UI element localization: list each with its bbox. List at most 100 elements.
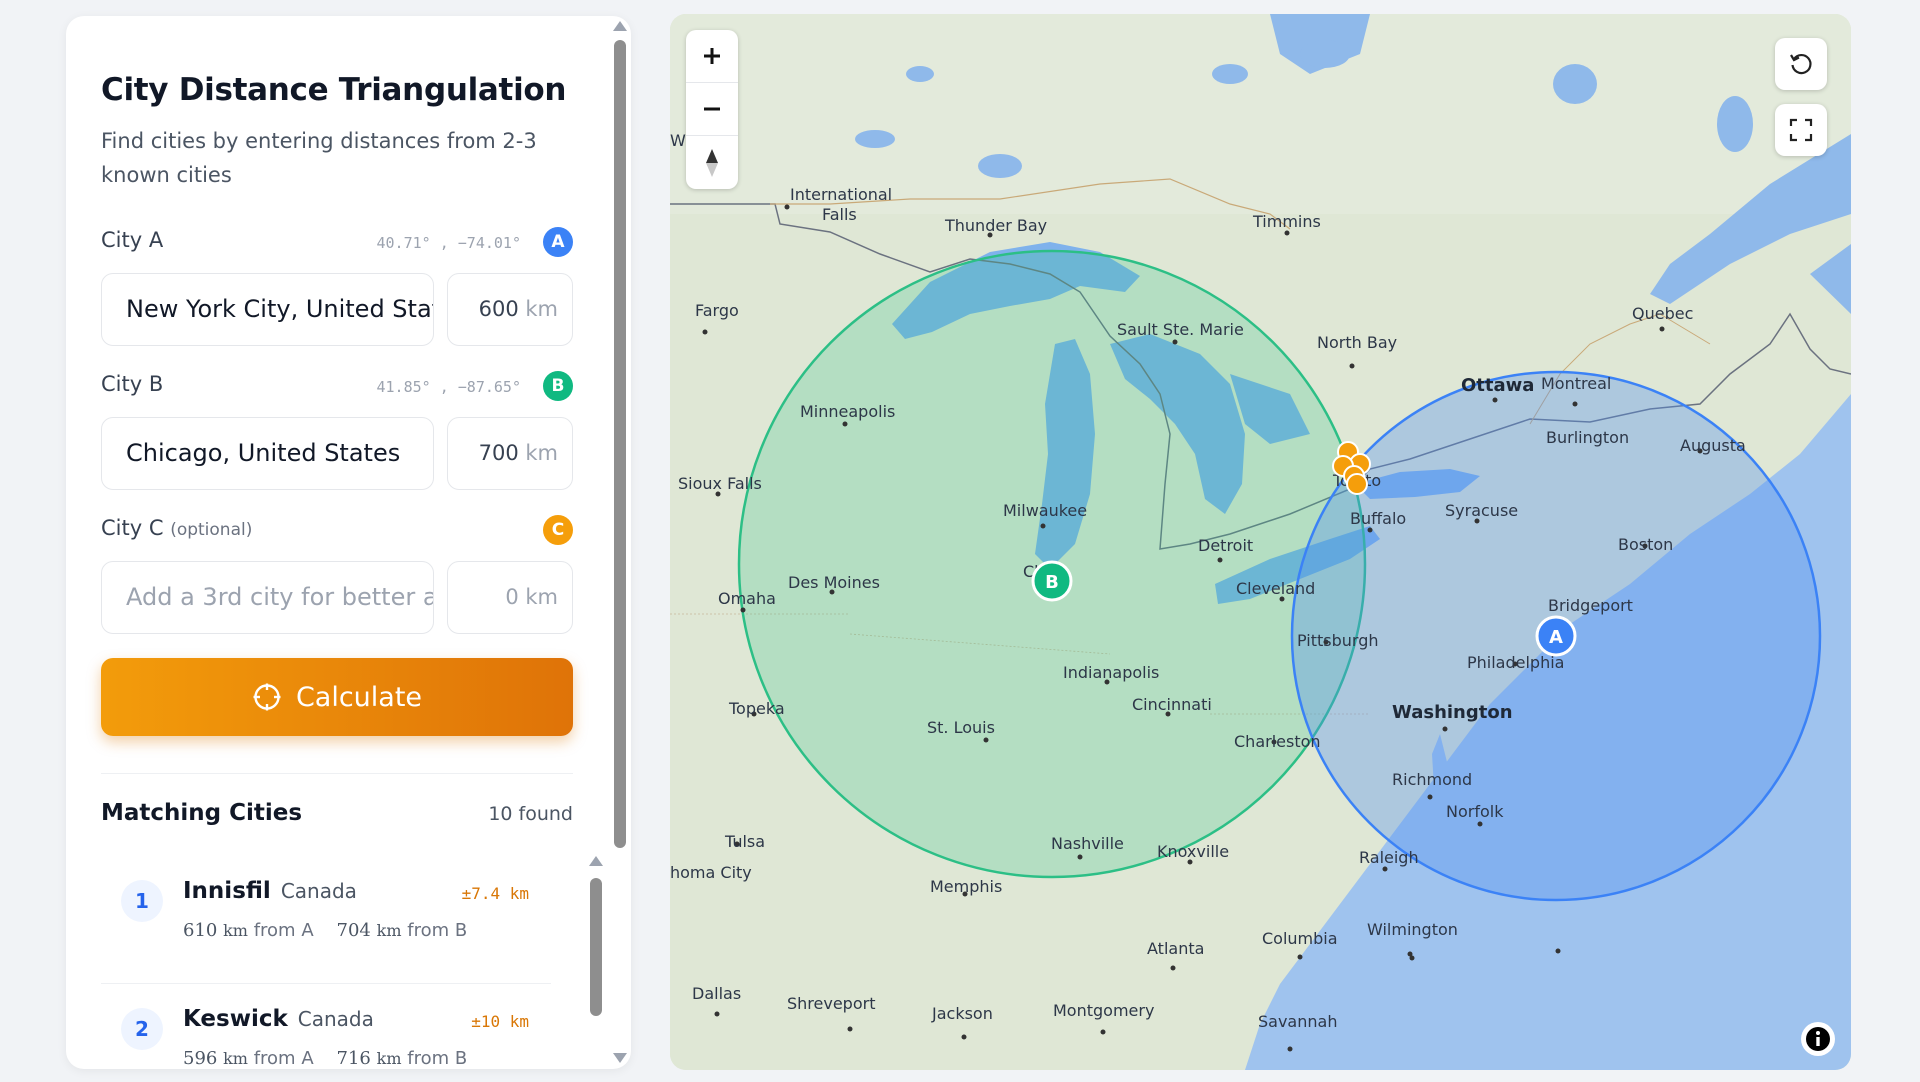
city-a-lon: −74.01° <box>457 234 521 252</box>
map-label: Montreal <box>1541 374 1611 393</box>
city-c-label-text: City C <box>101 516 164 540</box>
result-city-name: Innisfil <box>183 878 271 904</box>
city-b-distance-unit: km <box>525 441 558 465</box>
map-label: North Bay <box>1317 333 1397 352</box>
city-b-coords: 41.85° , −87.65° <box>376 378 522 396</box>
map-label: Falls <box>822 205 857 224</box>
map-label: Bridgeport <box>1548 596 1633 615</box>
city-a-lat: 40.71° <box>376 234 431 252</box>
city-c-distance-input[interactable]: 0 km <box>447 561 573 634</box>
map-label: Philadelphia <box>1467 653 1564 672</box>
results-scrollbar[interactable] <box>590 878 602 1016</box>
map-label: Cleveland <box>1236 579 1315 598</box>
zoom-out-button[interactable] <box>686 83 738 136</box>
city-b-distance-value: 700 <box>478 441 519 465</box>
calculate-button[interactable]: Calculate <box>101 658 573 736</box>
map-label: Shreveport <box>787 994 875 1013</box>
match-marker[interactable] <box>1346 473 1368 495</box>
fullscreen-icon <box>1789 118 1813 142</box>
map-label: Timmins <box>1252 212 1321 231</box>
result-from-b: from B <box>407 920 468 941</box>
city-c-input[interactable]: Add a 3rd city for better accuracy <box>101 561 434 634</box>
info-icon <box>1806 1027 1830 1051</box>
zoom-in-button[interactable] <box>686 30 738 83</box>
map-label: Topeka <box>728 699 785 718</box>
map-canvas[interactable]: Wi International Falls Thunder Bay Timmi… <box>670 14 1851 1070</box>
map-label: St. Louis <box>927 718 995 737</box>
result-name: Innisfil Canada <box>183 878 357 904</box>
minus-icon <box>704 107 720 111</box>
city-c-optional-tag: (optional) <box>170 520 253 540</box>
city-a-distance-unit: km <box>525 297 558 321</box>
city-a-distance-input[interactable]: 600 km <box>447 273 573 346</box>
result-km-unit: km <box>376 1049 402 1068</box>
city-a-marker[interactable]: A <box>1535 615 1577 657</box>
city-b-marker[interactable]: B <box>1031 560 1073 602</box>
result-item[interactable]: 1 Innisfil Canada ±7.4 km 610 km from A 7… <box>101 856 551 984</box>
map-label: Detroit <box>1198 536 1253 555</box>
result-item[interactable]: 2 Keswick Canada ±10 km 596 km from A 716… <box>101 984 551 1069</box>
map-label: Des Moines <box>788 573 880 592</box>
result-distance-b: 704 <box>336 920 371 941</box>
map-label: Atlanta <box>1147 939 1204 958</box>
attribution-info-button[interactable] <box>1801 1022 1835 1056</box>
map-label: Milwaukee <box>1003 501 1087 520</box>
divider <box>101 773 573 774</box>
result-country: Canada <box>280 879 357 903</box>
city-a-input[interactable]: New York City, United States <box>101 273 434 346</box>
map-label: homa City <box>670 863 752 882</box>
map-label: Omaha <box>718 589 776 608</box>
result-km-unit: km <box>223 1049 248 1068</box>
compass-button[interactable] <box>686 136 738 189</box>
results-scroll-up-arrow[interactable] <box>589 856 603 866</box>
map-label: Burlington <box>1546 428 1629 447</box>
result-distance-a: 610 <box>183 920 218 941</box>
search-panel: City Distance Triangulation Find cities … <box>66 16 631 1069</box>
map-label: Thunder Bay <box>944 216 1047 235</box>
city-b-input[interactable]: Chicago, United States <box>101 417 434 490</box>
map-view[interactable]: Wi International Falls Thunder Bay Timmi… <box>670 14 1851 1070</box>
map-label: Boston <box>1618 535 1673 554</box>
map-label: Syracuse <box>1445 501 1518 520</box>
panel-scrollbar[interactable] <box>614 40 626 848</box>
map-label: Augusta <box>1680 436 1746 455</box>
city-a-badge: A <box>543 227 573 257</box>
map-label: Knoxville <box>1157 842 1229 861</box>
city-b-label: City B <box>101 372 164 396</box>
result-km-unit: km <box>376 921 402 940</box>
result-from-a: from A <box>253 920 314 941</box>
map-label: Buffalo <box>1350 509 1406 528</box>
city-b-distance-input[interactable]: 700 km <box>447 417 573 490</box>
city-b-lon: −87.65° <box>457 378 521 396</box>
result-distances: 596 km from A 716 km from B <box>183 1048 467 1069</box>
result-distance-a: 596 <box>183 1048 218 1069</box>
map-label: Tulsa <box>724 832 765 851</box>
reset-view-button[interactable] <box>1775 38 1827 90</box>
map-label: Wilmington <box>1367 920 1458 939</box>
map-label: Charleston <box>1234 732 1321 751</box>
fullscreen-button[interactable] <box>1775 104 1827 156</box>
map-label: Pittsburgh <box>1297 631 1379 650</box>
zoom-controls <box>686 30 738 189</box>
crosshair-icon <box>253 683 281 711</box>
map-label: Montgomery <box>1053 1001 1154 1020</box>
city-a-coords: 40.71° , −74.01° <box>376 234 522 252</box>
panel-scroll-down-arrow[interactable] <box>613 1053 627 1063</box>
result-distances: 610 km from A 704 km from B <box>183 920 467 941</box>
result-from-a: from A <box>253 1048 314 1069</box>
result-city-name: Keswick <box>183 1006 288 1032</box>
result-distance-b: 716 <box>336 1048 371 1069</box>
panel-scroll-up-arrow[interactable] <box>613 21 627 31</box>
city-c-badge: C <box>543 515 573 545</box>
compass-icon <box>706 148 718 177</box>
result-from-b: from B <box>407 1048 468 1069</box>
city-a-label: City A <box>101 228 164 252</box>
map-label: Columbia <box>1262 929 1338 948</box>
map-label: Dallas <box>692 984 741 1003</box>
map-label: Raleigh <box>1359 848 1419 867</box>
result-rank: 2 <box>121 1008 163 1050</box>
map-label: Quebec <box>1632 304 1693 323</box>
page-subtitle: Find cities by entering distances from 2… <box>101 129 537 187</box>
map-label: Memphis <box>930 877 1002 896</box>
plus-icon <box>704 48 720 64</box>
